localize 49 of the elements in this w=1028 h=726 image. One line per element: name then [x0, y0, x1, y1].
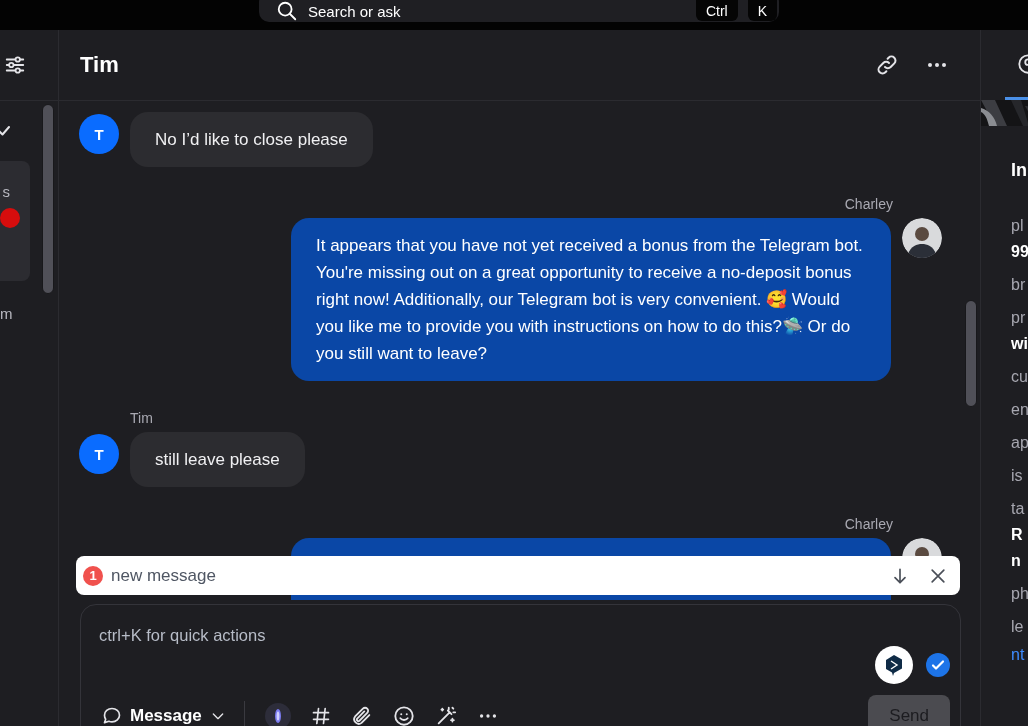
- card-label: s: [2, 183, 10, 200]
- link-icon[interactable]: [875, 53, 899, 77]
- author-name: Tim: [129, 410, 154, 426]
- detail-value: wi: [1011, 334, 1028, 354]
- search-field[interactable]: Search or ask: [308, 2, 508, 20]
- detail-label: cu: [1011, 367, 1028, 387]
- detail-value: n: [1011, 551, 1022, 571]
- scrollbar[interactable]: [965, 300, 977, 407]
- detail-link[interactable]: nt: [1011, 642, 1028, 668]
- key-hint: K: [747, 0, 777, 21]
- conversation-card[interactable]: s: [0, 161, 30, 281]
- count-badge: 1: [83, 565, 103, 586]
- avatar: T: [79, 434, 119, 474]
- detail-label: br: [1011, 275, 1027, 295]
- detail-label: is: [1011, 466, 1024, 486]
- filter-icon[interactable]: [4, 54, 26, 76]
- mode-dropdown[interactable]: Message: [102, 706, 226, 726]
- list-text: m: [0, 305, 14, 322]
- detail-value: 99: [1011, 242, 1028, 262]
- new-message-banner[interactable]: 1 new message: [76, 556, 960, 595]
- check-icon[interactable]: [926, 653, 950, 677]
- emoji-icon[interactable]: [392, 705, 415, 726]
- detail-label: pr: [1011, 308, 1027, 328]
- assistant-orb-icon[interactable]: [264, 703, 291, 726]
- author-name: Charley: [844, 516, 894, 532]
- message-bubble: still leave please: [130, 432, 305, 487]
- scrollbar[interactable]: [42, 104, 54, 294]
- attachment-icon[interactable]: [350, 705, 373, 726]
- detail-label: ph: [1011, 584, 1028, 604]
- key-hint: Ctrl: [695, 0, 738, 21]
- message-bubble: It appears that you have not yet received a bonus from the Telegram bot. You're missing out on a great opportunity to receive a no-deposit bonus right now! Additionally, our Telegram bot is very convenient. 🥰 Would you like me to provide you with instructions on how to do this?🛸 Or do you still want to leave?: [291, 218, 891, 381]
- conversation-title: Tim: [80, 52, 119, 78]
- detail-label: en: [1011, 400, 1028, 420]
- avatar: [902, 218, 942, 258]
- avatar: T: [79, 114, 119, 154]
- detail-label: pl: [1011, 216, 1025, 236]
- detail-label: le: [1011, 617, 1025, 637]
- message-bubble: No I’d like to close please: [130, 112, 373, 167]
- section-heading: In: [1011, 160, 1028, 181]
- detail-label: ta: [1011, 499, 1026, 519]
- banner-text: new message: [111, 565, 216, 586]
- message-field[interactable]: ctrl+K for quick actions: [99, 626, 499, 648]
- detail-label: ap: [1011, 433, 1028, 453]
- hashtag-icon[interactable]: [310, 706, 331, 726]
- chat-bubble-icon: [102, 706, 122, 726]
- bot-logo-icon[interactable]: [875, 646, 913, 684]
- author-name: Charley: [844, 196, 894, 212]
- search-icon: [276, 0, 298, 22]
- detail-value: R: [1011, 525, 1024, 545]
